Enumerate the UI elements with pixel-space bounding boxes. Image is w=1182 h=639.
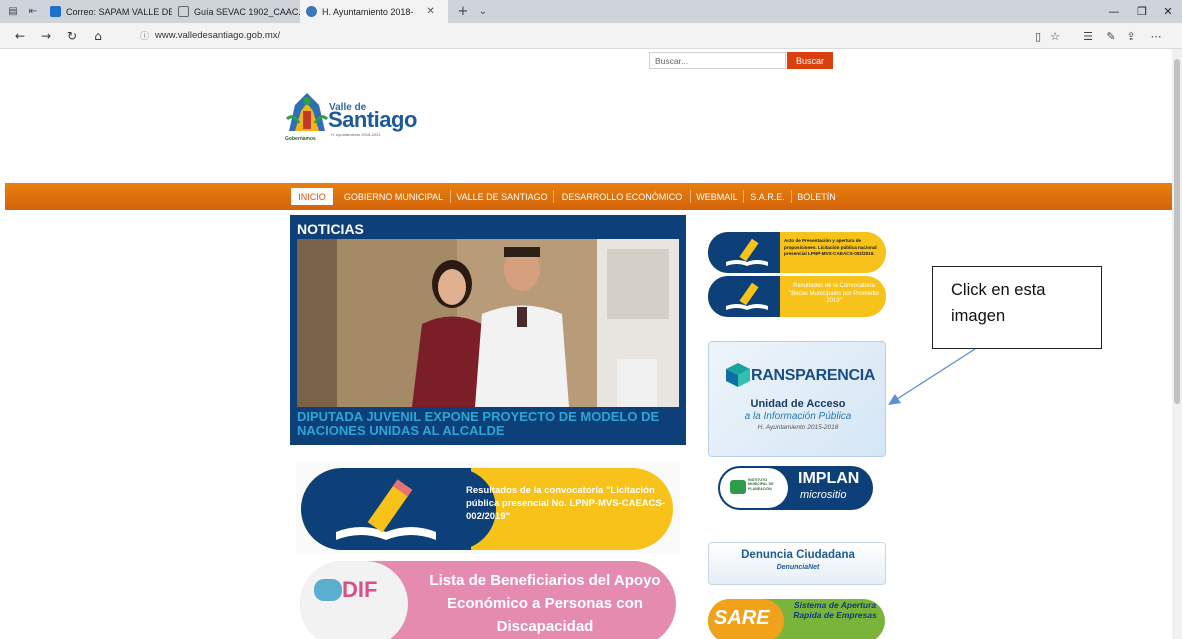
- url-text: www.valledesantiago.gob.mx/: [155, 30, 281, 41]
- annotation-callout: Click en esta imagen: [932, 266, 1102, 349]
- forward-icon[interactable]: →: [34, 25, 58, 47]
- denuncia-title: Denuncia Ciudadana: [741, 549, 855, 561]
- transparencia-title: RANSPARENCIA: [751, 367, 876, 384]
- news-slider[interactable]: NOTICIAS DIPUTADA JUVENIL EXPONE PROYECT…: [290, 215, 686, 445]
- transparencia-sub2: a la Información Pública: [744, 411, 852, 422]
- implan-logo-icon: [730, 480, 746, 494]
- implan-card[interactable]: INSTITUTO MUNICIPAL DE PLANEACIÓN IMPLAN…: [718, 466, 873, 510]
- tab-correo[interactable]: Correo: SAPAM VALLE DE S/: [44, 0, 172, 23]
- denuncia-card[interactable]: Denuncia Ciudadana DenunciaNet: [708, 542, 886, 585]
- nav-label: S.A.R.E.: [750, 191, 785, 202]
- becas-text: Resultados de la Convocatoria "Becas Mun…: [789, 283, 879, 304]
- implan-title: IMPLAN: [798, 470, 860, 487]
- search-button-label: Buscar: [795, 55, 824, 66]
- back-icon[interactable]: ←: [8, 25, 32, 47]
- sare-logo: SARE: [714, 607, 770, 629]
- nav-gobierno-municipal[interactable]: GOBIERNO MUNICIPAL: [339, 183, 448, 210]
- nav-webmail[interactable]: WEBMAIL: [693, 183, 741, 210]
- pencil-book-icon: [726, 282, 768, 310]
- site-logo[interactable]: Valle de Santiago H. Ayuntamiento 2018-2…: [285, 89, 435, 149]
- set-aside-tabs-icon[interactable]: ⇤: [26, 5, 40, 19]
- coat-of-arms-icon: [285, 93, 329, 131]
- nav-label: GOBIERNO MUNICIPAL: [343, 191, 444, 202]
- acto-text: Acto de Presentación y apertura de propo…: [784, 238, 877, 256]
- annotation-arrow: [888, 348, 976, 405]
- pdf-icon: [178, 6, 189, 17]
- nav-label: VALLE DE SANTIAGO: [456, 191, 548, 202]
- outlook-icon: [50, 6, 61, 17]
- home-icon[interactable]: ⌂: [86, 25, 110, 47]
- logo-line3: H. Ayuntamiento 2018-2021: [331, 132, 381, 137]
- news-photo[interactable]: [297, 239, 679, 407]
- tab-ayuntamiento[interactable]: H. Ayuntamiento 2018- ✕: [300, 0, 448, 23]
- nav-valle-de-santiago[interactable]: VALLE DE SANTIAGO: [453, 183, 551, 210]
- becas-card[interactable]: Resultados de la Convocatoria "Becas Mun…: [708, 276, 886, 317]
- pen-icon[interactable]: ✎: [1100, 23, 1122, 49]
- tab-label: Correo: SAPAM VALLE DE S/: [66, 6, 172, 17]
- new-tab-icon[interactable]: +: [456, 4, 470, 19]
- logo-tagline: Gobernamos: [285, 136, 316, 142]
- nav-label: INICIO: [298, 191, 326, 202]
- pencil-book-icon: [726, 238, 768, 266]
- share-icon[interactable]: ⇪: [1120, 23, 1142, 49]
- tab-list-chevron-icon[interactable]: ⌄: [476, 5, 490, 19]
- logo-line2: Santiago: [328, 107, 417, 132]
- transparencia-sub1: Unidad de Acceso: [750, 398, 846, 410]
- page-scrollbar[interactable]: [1172, 49, 1182, 639]
- url-field[interactable]: ⓘ www.valledesantiago.gob.mx/: [140, 29, 280, 42]
- convocatoria-banner[interactable]: Resultados de la convocatoria "Licitació…: [296, 462, 680, 554]
- transparencia-cube-icon: [726, 363, 750, 387]
- implan-org: INSTITUTO MUNICIPAL DE PLANEACIÓN: [748, 478, 774, 491]
- nav-label: DESARROLLO ECONÓMICO: [561, 191, 683, 202]
- nav-label: WEBMAIL: [696, 191, 738, 202]
- tab-bar: ▤ ⇤ Correo: SAPAM VALLE DE S/ Guía SEVAC…: [0, 0, 1182, 23]
- tab-guia-pdf[interactable]: Guía SEVAC 1902_CAAC.pdf: [172, 0, 300, 23]
- refresh-icon[interactable]: ↻: [60, 25, 84, 47]
- nav-divider: [743, 190, 744, 203]
- transparencia-sub3: H. Ayuntamiento 2015-2018: [757, 424, 839, 431]
- favorite-star-icon[interactable]: ☆: [1044, 23, 1066, 49]
- tab-label: Guía SEVAC 1902_CAAC.pdf: [194, 6, 300, 17]
- dif-banner[interactable]: DIF Lista de Beneficiarios del Apoyo Eco…: [296, 559, 680, 639]
- nav-divider: [791, 190, 792, 203]
- close-tab-icon[interactable]: ✕: [426, 6, 434, 17]
- dif-text: Lista de Beneficiarios del Apoyo Económi…: [429, 572, 661, 635]
- news-title: NOTICIAS: [297, 221, 364, 237]
- search-placeholder: Buscar...: [655, 55, 689, 66]
- scrollbar-thumb[interactable]: [1174, 59, 1180, 404]
- annotation-text: Click en esta imagen: [951, 281, 1046, 325]
- address-bar: ← → ↻ ⌂ ⓘ www.valledesantiago.gob.mx/: [0, 23, 1182, 49]
- close-window-icon[interactable]: ✕: [1150, 0, 1182, 23]
- convocatoria-text: Resultados de la convocatoria "Licitació…: [466, 485, 666, 522]
- nav-boletin[interactable]: BOLETÍN: [794, 183, 839, 210]
- denuncia-sub: DenunciaNet: [776, 564, 820, 571]
- favorites-hub-icon[interactable]: ☰: [1077, 23, 1099, 49]
- nav-divider: [690, 190, 691, 203]
- pencil-book-icon: [336, 479, 436, 540]
- site-favicon: [306, 6, 317, 17]
- info-icon: ⓘ: [140, 32, 150, 42]
- tab-label: H. Ayuntamiento 2018-: [322, 6, 414, 17]
- transparencia-card[interactable]: RANSPARENCIA Unidad de Acceso a la Infor…: [708, 341, 886, 457]
- nav-desarrollo-economico[interactable]: DESARROLLO ECONÓMICO: [556, 183, 688, 210]
- sare-card[interactable]: SARE Sistema de Apertura Rapida de Empre…: [708, 599, 885, 639]
- more-icon[interactable]: ⋯: [1145, 23, 1167, 49]
- dif-cloud-icon: [314, 579, 342, 601]
- nav-inicio[interactable]: INICIO: [291, 188, 333, 205]
- tab-actions-icon[interactable]: ▤: [6, 5, 20, 19]
- implan-sub: micrositio: [800, 489, 847, 501]
- dif-logo: DIF: [342, 577, 378, 602]
- search-input[interactable]: Buscar...: [649, 52, 786, 69]
- acto-presentacion-card[interactable]: Acto de Presentación y apertura de propo…: [708, 232, 886, 273]
- nav-divider: [553, 190, 554, 203]
- nav-label: BOLETÍN: [797, 191, 836, 202]
- search-button[interactable]: Buscar: [787, 52, 833, 69]
- sare-text: Sistema de Apertura Rapida de Empresas: [793, 600, 877, 620]
- web-page: Buscar... Buscar Valle de Santiago H. Ay…: [0, 49, 1172, 639]
- nav-divider: [450, 190, 451, 203]
- news-caption[interactable]: DIPUTADA JUVENIL EXPONE PROYECTO DE MODE…: [297, 410, 682, 438]
- main-nav: INICIO GOBIERNO MUNICIPAL VALLE DE SANTI…: [5, 183, 1172, 210]
- nav-sare[interactable]: S.A.R.E.: [746, 183, 789, 210]
